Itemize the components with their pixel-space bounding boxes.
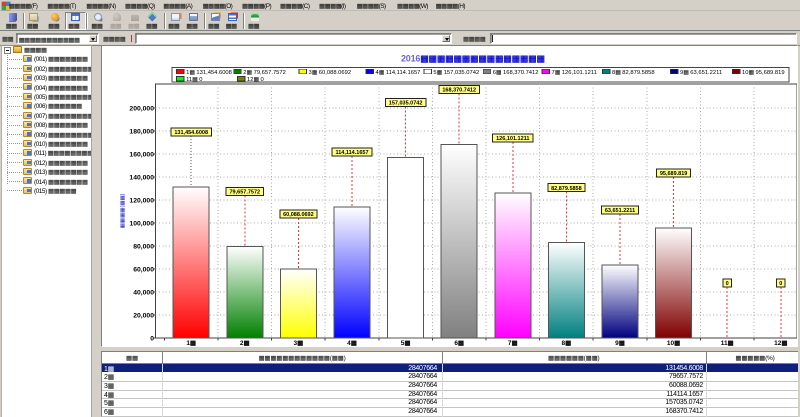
svg-text:4▦: 4▦ [347,340,358,346]
svg-text:3▦ 60,088.0692: 3▦ 60,088.0692 [309,70,352,76]
svg-text:12▦: 12▦ [774,340,788,346]
svg-text:1▦ 131,454.6008: 1▦ 131,454.6008 [186,70,232,76]
svg-text:131,454.6008: 131,454.6008 [174,130,208,136]
svg-text:4▦ 114,114.1657: 4▦ 114,114.1657 [376,70,421,76]
svg-text:180,000: 180,000 [129,129,154,136]
svg-text:60,000: 60,000 [133,267,154,274]
svg-text:5▦: 5▦ [401,340,412,346]
svg-text:8▦ 82,879.5858: 8▦ 82,879.5858 [612,70,655,76]
svg-text:126,101.1211: 126,101.1211 [496,136,529,142]
svg-text:2016▦▦▦▦▦▦▦▦▦▦▦▦▦▦▦: 2016▦▦▦▦▦▦▦▦▦▦▦▦▦▦▦ [401,54,545,64]
svg-text:11▦: 11▦ [721,340,735,346]
svg-text:80,000: 80,000 [133,244,154,251]
svg-text:7▦: 7▦ [508,340,519,346]
svg-text:40,000: 40,000 [133,290,154,297]
svg-text:2▦ 79,657.7572: 2▦ 79,657.7572 [243,70,286,76]
svg-text:82,879.5858: 82,879.5858 [551,186,582,192]
svg-text:95,689.819: 95,689.819 [660,171,688,177]
svg-text:▦▦▦▦(▦▦): ▦▦▦▦(▦▦) [120,193,126,228]
svg-text:0: 0 [726,281,729,287]
svg-text:114,114.1657: 114,114.1657 [335,150,368,156]
svg-text:1▦: 1▦ [186,340,197,346]
svg-text:7▦ 126,101.1211: 7▦ 126,101.1211 [552,70,597,76]
svg-text:157,035.0742: 157,035.0742 [389,101,423,107]
svg-text:140,000: 140,000 [129,175,154,182]
svg-text:100,000: 100,000 [129,221,154,228]
svg-text:12▦ 0: 12▦ 0 [247,77,264,83]
svg-text:10▦ 95,689.819: 10▦ 95,689.819 [742,70,785,76]
svg-text:160,000: 160,000 [129,152,154,159]
svg-text:6▦: 6▦ [454,340,465,346]
svg-text:9▦: 9▦ [615,340,626,346]
svg-text:2▦: 2▦ [240,340,251,346]
svg-text:10▦: 10▦ [667,340,681,346]
svg-text:60,088.0692: 60,088.0692 [283,212,314,218]
svg-text:0: 0 [779,281,782,287]
svg-text:63,651.2211: 63,651.2211 [605,208,635,214]
svg-text:11▦ 0: 11▦ 0 [186,77,202,83]
svg-text:0: 0 [150,336,154,343]
svg-text:8▦: 8▦ [562,340,573,346]
svg-text:9▦ 63,651.2211: 9▦ 63,651.2211 [680,70,722,76]
svg-text:6▦ 168,370.7412: 6▦ 168,370.7412 [493,70,539,76]
svg-text:200,000: 200,000 [129,106,154,113]
svg-text:168,370.7412: 168,370.7412 [442,88,476,94]
svg-text:120,000: 120,000 [129,198,154,205]
svg-text:3▦: 3▦ [294,340,305,346]
svg-text:5▦ 157,035.0742: 5▦ 157,035.0742 [433,70,479,76]
svg-text:79,657.7572: 79,657.7572 [230,190,261,196]
svg-text:20,000: 20,000 [133,313,154,320]
